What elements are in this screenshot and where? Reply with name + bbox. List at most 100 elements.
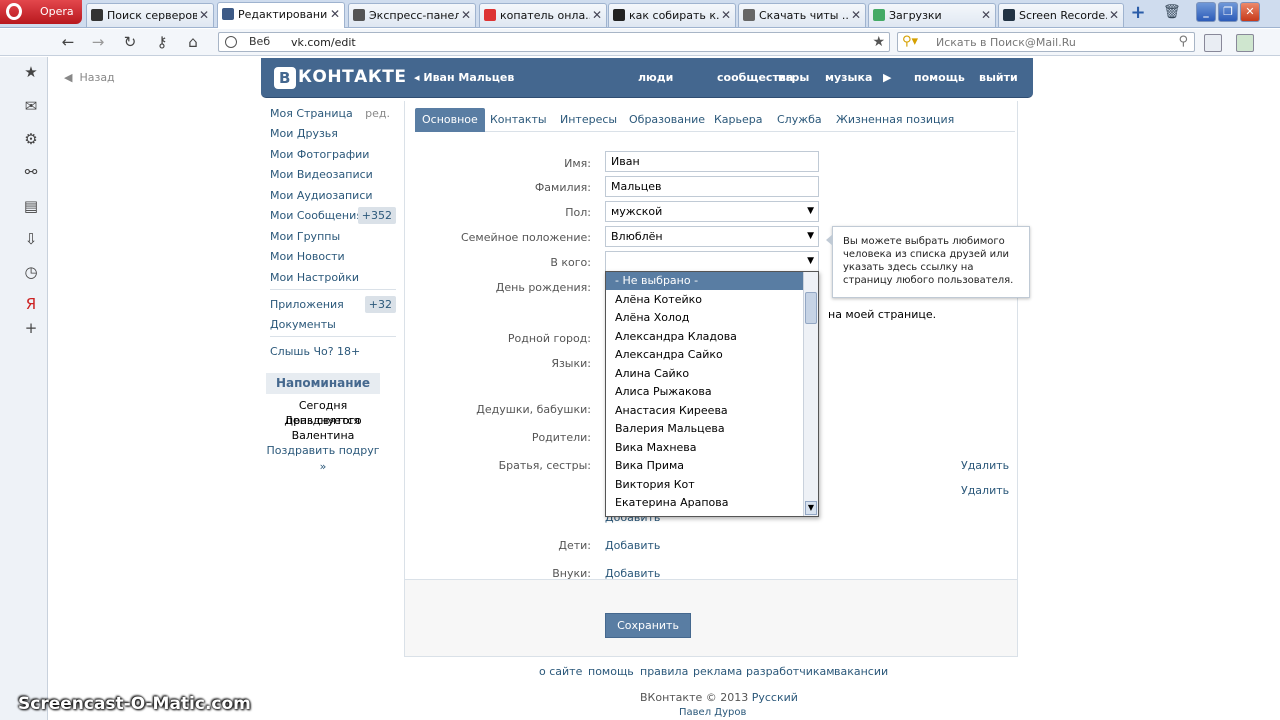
browser-tab-how-to[interactable]: как собирать к... ✕ [608, 3, 736, 27]
footer-about-link[interactable]: о сайте [539, 665, 582, 678]
dropdown-option[interactable]: - Не выбрано - [606, 272, 803, 290]
add-child-link[interactable]: Добавить [605, 539, 660, 552]
browser-tab-cheats[interactable]: Скачать читы ... ✕ [738, 3, 866, 27]
dropdown-option[interactable]: Алёна Холод [606, 309, 803, 327]
yandex-icon[interactable]: Я [22, 295, 40, 313]
footer-jobs-link[interactable]: вакансии [834, 665, 888, 678]
footer-rules-link[interactable]: правила [640, 665, 688, 678]
menu-group-link[interactable]: Слышь Чо? 18+ [270, 343, 396, 361]
header-user-name[interactable]: ◂ Иван Мальцев [414, 71, 514, 84]
close-tab-icon[interactable]: ✕ [721, 8, 731, 22]
delete-sibling-link[interactable]: Удалить [961, 484, 1009, 497]
menu-audio[interactable]: Мои Аудиозаписи [270, 187, 396, 205]
menu-settings[interactable]: Мои Настройки [270, 269, 396, 287]
download-page-icon[interactable] [1236, 34, 1254, 52]
new-tab-button[interactable]: + [1128, 3, 1148, 23]
menu-apps[interactable]: Приложения +32 [270, 296, 396, 314]
dropdown-scrollbar[interactable]: ▼ [803, 272, 818, 516]
footer-help-link[interactable]: помощь [588, 665, 634, 678]
footer-author-link[interactable]: Павел Дуров [679, 707, 746, 718]
close-tab-icon[interactable]: ✕ [981, 8, 991, 22]
close-tab-icon[interactable]: ✕ [461, 8, 471, 22]
browser-tab-edit[interactable]: Редактировани... ✕ [217, 2, 345, 28]
menu-photos[interactable]: Мои Фотографии [270, 146, 396, 164]
close-tab-icon[interactable]: ✕ [851, 8, 861, 22]
bookmark-star-icon[interactable]: ★ [872, 34, 885, 50]
dropdown-option[interactable]: Валерия Мальцева [606, 420, 803, 438]
last-name-input[interactable]: Мальцев [605, 176, 819, 197]
delete-sibling-link[interactable]: Удалить [961, 459, 1009, 472]
tab-career[interactable]: Карьера [707, 108, 770, 132]
dropdown-option[interactable]: Алиса Рыжакова [606, 383, 803, 401]
footer-developers-link[interactable]: разработчикам [746, 665, 835, 678]
add-panel-icon[interactable]: + [22, 319, 40, 337]
footer-ads-link[interactable]: реклама [693, 665, 742, 678]
search-engine-icon[interactable]: ⚲▾ [902, 34, 918, 49]
menu-videos[interactable]: Мои Видеозаписи [270, 166, 396, 184]
nav-help[interactable]: помощь [914, 71, 965, 84]
dropdown-option[interactable]: Алина Сайко [606, 365, 803, 383]
close-tab-icon[interactable]: ✕ [199, 8, 209, 22]
mail-icon[interactable]: ✉ [22, 97, 40, 115]
minimize-button[interactable]: _ [1196, 2, 1216, 22]
tab-life-position[interactable]: Жизненная позиция [829, 108, 961, 132]
bookmarks-star-icon[interactable]: ★ [22, 63, 40, 81]
nav-people[interactable]: люди [638, 71, 673, 84]
notes-icon[interactable] [1204, 34, 1222, 52]
nav-logout[interactable]: выйти [979, 71, 1018, 84]
browser-tab-kopatel[interactable]: копатель онла... ✕ [479, 3, 607, 27]
menu-my-page[interactable]: Моя Страница ред. [270, 105, 396, 123]
address-field[interactable]: Веб vk.com/edit ★ [218, 32, 890, 52]
save-button[interactable]: Сохранить [605, 613, 691, 638]
nav-music[interactable]: музыка [825, 71, 872, 84]
scroll-down-icon[interactable]: ▼ [805, 501, 817, 515]
browser-tab-server-search[interactable]: Поиск серверов...✕ [86, 3, 214, 27]
back-arrow-icon[interactable]: ← [58, 33, 78, 51]
browser-tab-downloads[interactable]: Загрузки ✕ [868, 3, 996, 27]
reload-icon[interactable]: ↻ [120, 33, 140, 51]
key-icon[interactable]: ⚷ [152, 33, 172, 51]
site-badge[interactable]: Веб [221, 34, 281, 50]
menu-documents[interactable]: Документы [270, 316, 396, 334]
play-icon[interactable]: ▶ [883, 71, 891, 84]
browser-tab-screen-recorder[interactable]: Screen Recorde... ✕ [998, 3, 1124, 27]
tab-education[interactable]: Образование [622, 108, 712, 132]
close-tab-icon[interactable]: ✕ [592, 8, 602, 22]
dropdown-option[interactable]: Вика Махнева [606, 439, 803, 457]
congratulate-link[interactable]: Поздравить подруг » [266, 443, 380, 473]
tab-interests[interactable]: Интересы [553, 108, 624, 132]
dropdown-option[interactable]: Вика Прима [606, 457, 803, 475]
search-icon[interactable]: ⚲ [1178, 34, 1188, 49]
browser-tab-speed-dial[interactable]: Экспресс-панель ✕ [348, 3, 476, 27]
share-icon[interactable]: ⚯ [22, 163, 40, 181]
maximize-button[interactable]: ❐ [1218, 2, 1238, 22]
scrollbar-thumb[interactable] [805, 292, 817, 324]
opera-menu-button[interactable]: Opera [0, 0, 82, 24]
search-input[interactable]: ⚲▾ Искать в Поиск@Mail.Ru ⚲ [897, 32, 1195, 52]
menu-groups[interactable]: Мои Группы [270, 228, 396, 246]
gear-icon[interactable]: ⚙ [22, 130, 40, 148]
trash-icon[interactable]: 🗑 [1163, 4, 1181, 20]
menu-news[interactable]: Мои Новости [270, 248, 396, 266]
back-link[interactable]: ◀ Назад [64, 71, 115, 84]
dropdown-option[interactable]: Александра Сайко [606, 346, 803, 364]
home-icon[interactable]: ⌂ [183, 33, 203, 51]
vk-logo[interactable]: В КОНТАКТЕ [274, 67, 406, 89]
tab-contacts[interactable]: Контакты [483, 108, 554, 132]
nav-games[interactable]: игры [778, 71, 809, 84]
menu-messages[interactable]: Мои Сообщения +352 [270, 207, 396, 225]
dropdown-option[interactable]: Екатерина Арапова [606, 494, 803, 512]
partner-select[interactable]: ▼ [605, 251, 819, 272]
gender-select[interactable]: мужской ▼ [605, 201, 819, 222]
menu-friends[interactable]: Мои Друзья [270, 125, 396, 143]
family-status-select[interactable]: Влюблён ▼ [605, 226, 819, 247]
downloads-icon[interactable]: ⇩ [22, 230, 40, 248]
forward-arrow-icon[interactable]: → [88, 33, 108, 51]
edit-link[interactable]: ред. [365, 105, 390, 123]
dropdown-option[interactable]: Анастасия Киреева [606, 402, 803, 420]
dropdown-option[interactable]: Виктория Кот [606, 476, 803, 494]
dropdown-option[interactable]: Алёна Котейко [606, 291, 803, 309]
tab-service[interactable]: Служба [770, 108, 829, 132]
tab-main[interactable]: Основное [415, 108, 485, 132]
notes-panel-icon[interactable]: ▤ [22, 197, 40, 215]
